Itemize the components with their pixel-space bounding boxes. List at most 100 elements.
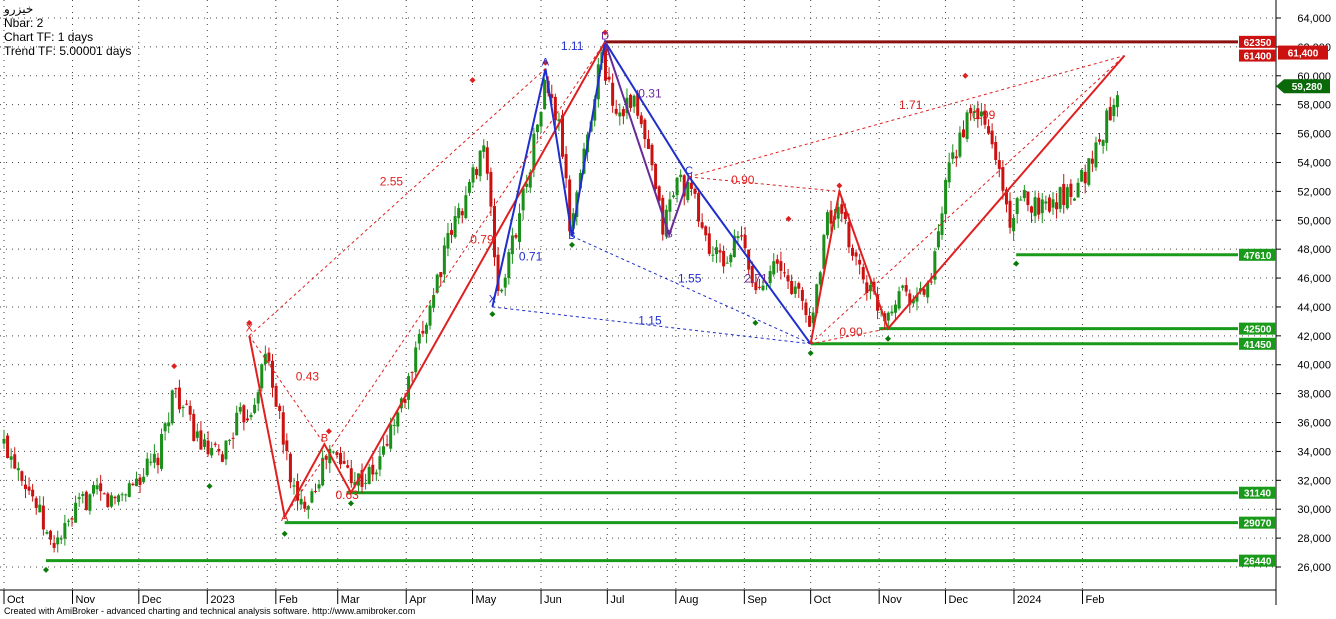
fib-ratio-label: 0.63 (336, 488, 360, 502)
candle-body (206, 440, 210, 455)
candle-body (77, 497, 81, 499)
candle-body (539, 111, 543, 127)
price-tag-label: 41450 (1244, 340, 1272, 351)
pivot-low-marker (489, 311, 496, 318)
candle-body (1072, 198, 1076, 201)
candle-body (27, 486, 31, 491)
candle-body (38, 504, 42, 513)
candle-body (782, 272, 786, 274)
candle-body (621, 109, 625, 117)
candle-body (707, 233, 711, 254)
candle-body (714, 247, 718, 255)
candle-body (131, 483, 135, 486)
candle-body (514, 235, 518, 238)
candle-body (689, 182, 693, 189)
candle-body (31, 489, 35, 497)
candle-body (317, 484, 321, 489)
candle-body (1015, 198, 1019, 214)
candle-body (740, 235, 744, 237)
candle-body (374, 472, 378, 475)
y-tick-label: 32,000 (1297, 475, 1331, 487)
fib-ratio-label: 0.79 (470, 232, 494, 246)
x-tick-label: Jul (610, 594, 624, 606)
candle-body (503, 277, 507, 288)
candle-body (471, 167, 475, 183)
symbol-title: خيزرو (4, 2, 34, 16)
candle-body (267, 352, 271, 362)
candle-body (500, 289, 504, 292)
harmonic-dashed-line (284, 41, 606, 517)
candle-body (790, 281, 794, 294)
candle-body (13, 454, 17, 469)
candle-body (439, 272, 443, 278)
y-tick-label: 28,000 (1297, 533, 1331, 545)
price-chart[interactable]: 2.55 0.79 0.43 0.63 1.11 0.71 0.31 1.55 2.71 1.15… (0, 0, 1336, 619)
candle-body (220, 454, 224, 462)
candle-body (1030, 206, 1034, 213)
candle-body (349, 468, 353, 484)
pattern-point-label: X (246, 323, 254, 335)
candle-body (156, 457, 160, 466)
candle-body (367, 466, 371, 484)
candle-body (639, 115, 643, 125)
candle-body (389, 424, 393, 449)
candle-body (335, 452, 339, 456)
candle-body (238, 407, 242, 412)
candle-body (410, 371, 414, 373)
candle-body (16, 468, 20, 471)
pivot-low-marker (42, 566, 49, 573)
candle-body (482, 145, 486, 152)
candle-body (825, 212, 829, 236)
candle-body (202, 439, 206, 447)
y-tick-label: 44,000 (1297, 302, 1331, 314)
candle-body (467, 182, 471, 193)
candle-body (797, 283, 801, 289)
y-tick-label: 64,000 (1297, 13, 1331, 25)
pivot-low-marker (885, 335, 891, 342)
candle-body (618, 112, 622, 117)
candle-body (217, 448, 221, 452)
candle-body (1065, 187, 1069, 209)
candle-body (424, 324, 428, 334)
candle-body (808, 315, 812, 327)
candle-body (59, 538, 63, 540)
pivot-high-marker (469, 77, 476, 84)
high-price-tag-label: 61,400 (1288, 49, 1319, 60)
candle-body (947, 162, 951, 183)
pattern-point-label: A (542, 57, 550, 69)
candle-body (113, 496, 117, 499)
candle-body (521, 188, 525, 211)
candle-body (299, 498, 303, 505)
y-tick-label: 46,000 (1297, 273, 1331, 285)
candle-body (392, 424, 396, 426)
pivot-low-marker (206, 483, 213, 490)
candle-body (120, 494, 124, 496)
candle-body (768, 271, 772, 284)
candle-body (174, 388, 178, 390)
candle-body (1051, 199, 1055, 208)
x-tick-label: 2024 (1017, 594, 1041, 606)
candle-body (84, 491, 88, 510)
candle-body (718, 250, 722, 253)
price-tag-label: 61400 (1244, 52, 1272, 63)
pivot-high-marker (785, 215, 792, 222)
candle-body (901, 285, 905, 288)
candle-body (106, 493, 110, 508)
fib-ratio-label: 1.15 (638, 313, 662, 327)
candle-body (485, 147, 489, 174)
price-tag-label: 31140 (1244, 489, 1272, 500)
candle-body (278, 405, 282, 411)
fib-ratio-label: 0.90 (839, 325, 863, 339)
candle-body (668, 199, 672, 212)
candle-body (951, 152, 955, 159)
candle-body (102, 493, 106, 495)
candle-body (160, 434, 164, 469)
candle-body (364, 482, 368, 484)
x-tick-label: Sep (747, 594, 767, 606)
candle-body (442, 245, 446, 275)
candle-body (958, 132, 962, 157)
candle-body (138, 477, 142, 485)
pattern-point-label: D (601, 31, 609, 43)
fib-ratio-label: 0.99 (972, 108, 996, 122)
candle-body (292, 485, 296, 487)
